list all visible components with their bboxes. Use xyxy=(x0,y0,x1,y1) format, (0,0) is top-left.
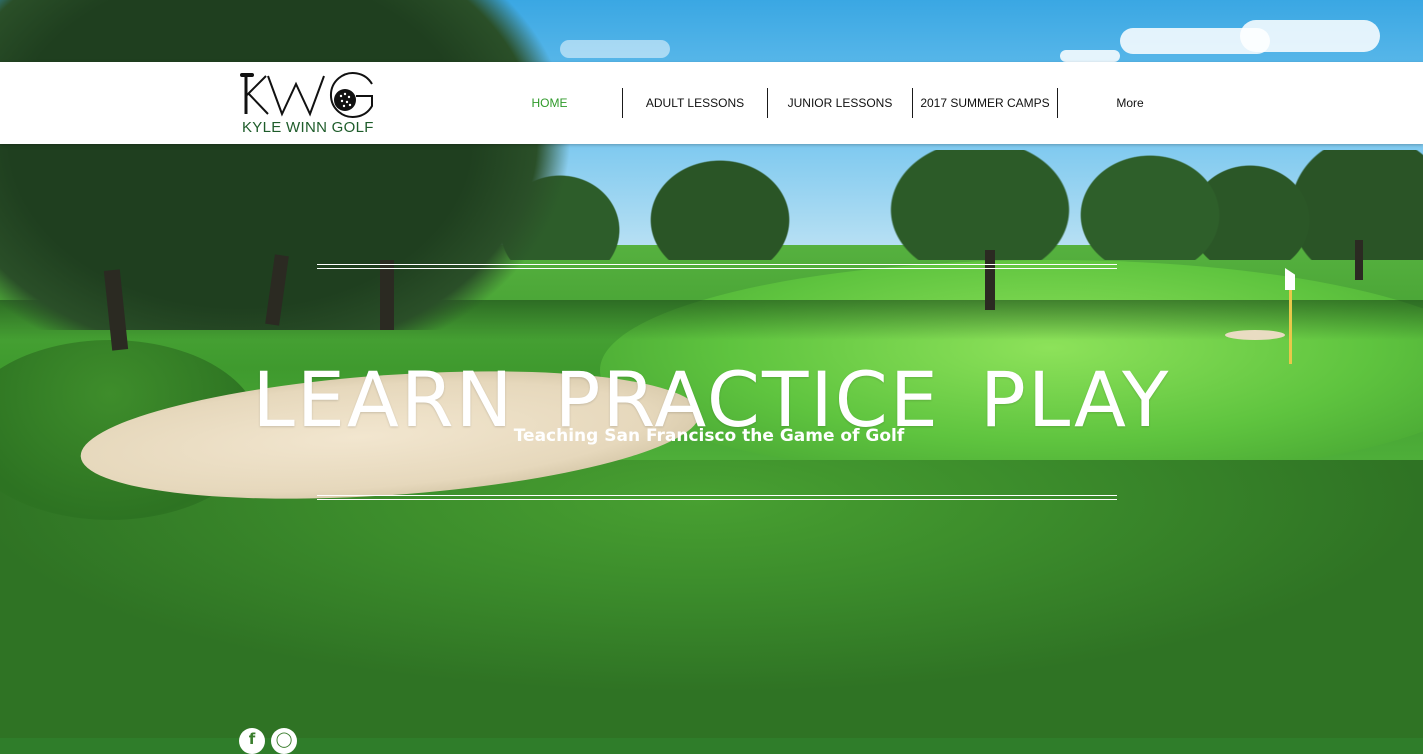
facebook-icon[interactable]: f xyxy=(239,728,265,754)
main-nav: HOME ADULT LESSONS JUNIOR LESSONS 2017 S… xyxy=(477,88,1202,118)
kwg-logo-icon xyxy=(240,72,373,118)
sand-bunker xyxy=(1225,330,1285,340)
cloud xyxy=(1240,20,1380,52)
foreground-grass xyxy=(0,460,1423,738)
tree-trunk xyxy=(380,260,394,330)
logo-text: KYLE WINN GOLF xyxy=(242,119,374,136)
hero-divider-bottom xyxy=(317,495,1117,500)
nav-item-adult-lessons[interactable]: ADULT LESSONS xyxy=(622,88,767,118)
hero-divider-top xyxy=(317,264,1117,269)
social-bar: f ◯ xyxy=(239,728,297,754)
tree-trunk xyxy=(1355,240,1363,280)
cloud xyxy=(1060,50,1120,62)
site-header: KYLE WINN GOLF HOME ADULT LESSONS JUNIOR… xyxy=(0,62,1423,144)
hero-subtitle: Teaching San Francisco the Game of Golf xyxy=(513,426,905,446)
nav-item-junior-lessons[interactable]: JUNIOR LESSONS xyxy=(767,88,912,118)
nav-item-home[interactable]: HOME xyxy=(477,88,622,118)
instagram-icon[interactable]: ◯ xyxy=(271,728,297,754)
large-tree xyxy=(0,0,580,330)
nav-item-summer-camps[interactable]: 2017 SUMMER CAMPS xyxy=(912,88,1057,118)
nav-item-more[interactable]: More xyxy=(1057,88,1202,118)
site-logo[interactable]: KYLE WINN GOLF xyxy=(240,70,380,136)
tree-trunk xyxy=(985,250,995,310)
flag-pole xyxy=(1289,278,1292,364)
